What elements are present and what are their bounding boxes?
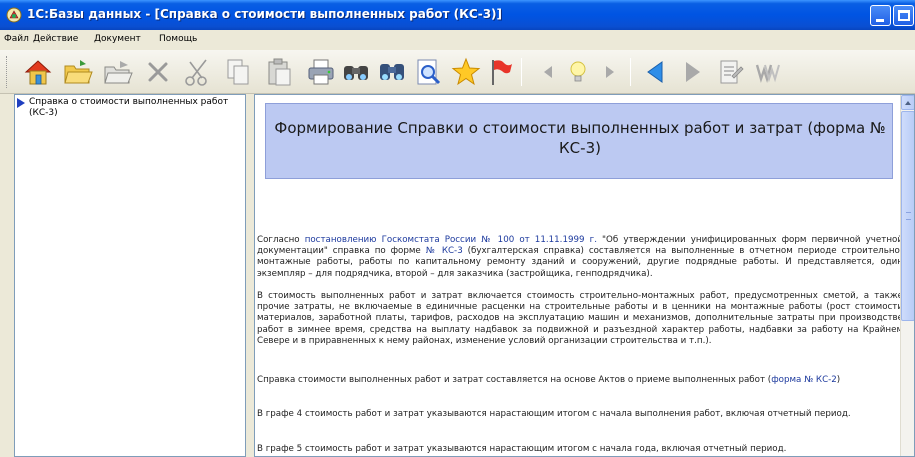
app-icon: [6, 7, 22, 23]
paragraph-4: В графе 4 стоимость работ и затрат указы…: [257, 409, 851, 419]
title-bar[interactable]: 1С:Базы данных - [Справка о стоимости вы…: [0, 0, 915, 30]
paragraph-1: Согласно постановлению Госкомстата Росси…: [257, 235, 903, 280]
tree-arrow-icon: [17, 98, 25, 108]
menu-document[interactable]: Документ: [94, 34, 141, 44]
properties-icon: [720, 60, 744, 84]
save-to-folder-button[interactable]: [100, 54, 136, 90]
toolbar-grip[interactable]: [6, 56, 9, 88]
toolbar-separator: [521, 58, 522, 86]
delete-button[interactable]: [140, 54, 176, 90]
home-icon: [24, 60, 52, 85]
paragraph-2: В стоимость выполненных работ и затрат в…: [257, 291, 903, 346]
toolbar-separator: [630, 58, 631, 86]
copy-icon: [227, 59, 249, 85]
bookmark-button[interactable]: [482, 54, 518, 90]
menu-file[interactable]: Файл: [4, 34, 29, 44]
find-next-icon: [380, 64, 404, 80]
window-title: 1С:Базы данных - [Справка о стоимости вы…: [27, 7, 503, 21]
minimize-button[interactable]: [870, 5, 891, 26]
find-button[interactable]: [338, 54, 374, 90]
document-pane: Формирование Справки о стоимости выполне…: [254, 94, 915, 457]
paste-icon: [268, 58, 291, 86]
back-button[interactable]: [638, 54, 674, 90]
hint-bulb-icon: [570, 61, 586, 82]
maximize-icon: [898, 10, 910, 21]
cut-icon: [185, 59, 207, 86]
goskomstat-link[interactable]: постановлению Госкомстата России № 100 о…: [305, 235, 597, 245]
folder-arrow-icon: [104, 61, 133, 84]
favorites-button[interactable]: [448, 54, 484, 90]
delete-icon: [148, 62, 168, 82]
menu-help[interactable]: Помощь: [159, 34, 197, 44]
toolbar: [0, 50, 915, 94]
open-folder-icon: [64, 60, 93, 84]
ks3-form-link[interactable]: № КС-3: [426, 246, 463, 256]
pane-splitter[interactable]: [246, 94, 254, 457]
bookmark-flag-icon: [492, 60, 512, 85]
find-icon: [344, 66, 368, 80]
document-heading: Формирование Справки о стоимости выполне…: [274, 119, 886, 157]
paragraph-3-text-a: Справка стоимости выполненных работ и за…: [257, 375, 772, 385]
scroll-up-icon: [905, 101, 911, 105]
tree-item-label: Справка о стоимости выполненных работ (К…: [29, 97, 229, 118]
favorites-star-icon: [451, 57, 481, 86]
word-export-button[interactable]: [750, 54, 786, 90]
scroll-thumb[interactable]: [901, 111, 914, 321]
paragraph-5: В графе 5 стоимость работ и затрат указы…: [257, 444, 787, 454]
paragraph-3-text-b: ): [836, 375, 841, 385]
app-window: 1С:Базы данных - [Справка о стоимости вы…: [0, 0, 915, 457]
heading-box: Формирование Справки о стоимости выполне…: [265, 103, 893, 179]
word-icon: [755, 64, 780, 84]
hint-button[interactable]: [560, 54, 596, 90]
paste-button[interactable]: [260, 54, 296, 90]
find-next-button[interactable]: [374, 54, 410, 90]
back-icon: [647, 61, 663, 83]
forward-button[interactable]: [674, 54, 710, 90]
properties-button[interactable]: [712, 54, 748, 90]
maximize-button[interactable]: [893, 5, 914, 26]
tree-pane: Справка о стоимости выполненных работ (К…: [14, 94, 246, 457]
scroll-up-button[interactable]: [901, 95, 914, 110]
cut-button[interactable]: [180, 54, 216, 90]
paragraph-3: Справка стоимости выполненных работ и за…: [257, 375, 903, 386]
paragraph-1-text-a: Согласно: [257, 235, 305, 245]
ks2-form-link[interactable]: форма № КС-2: [771, 375, 837, 385]
print-icon: [308, 59, 334, 85]
menu-action[interactable]: Действие: [33, 34, 78, 44]
vertical-scrollbar[interactable]: [900, 95, 914, 456]
scroll-grip-icon: [906, 212, 911, 220]
home-button[interactable]: [20, 54, 56, 90]
copy-button[interactable]: [220, 54, 256, 90]
preview-icon: [417, 59, 441, 85]
preview-button[interactable]: [410, 54, 446, 90]
open-button[interactable]: [60, 54, 96, 90]
forward-small-button[interactable]: [592, 54, 628, 90]
print-button[interactable]: [303, 54, 339, 90]
menu-bar: Файл Действие Документ Помощь: [0, 30, 915, 50]
forward-icon: [686, 62, 700, 82]
forward-small-icon: [606, 66, 614, 78]
minimize-icon: [876, 19, 884, 22]
